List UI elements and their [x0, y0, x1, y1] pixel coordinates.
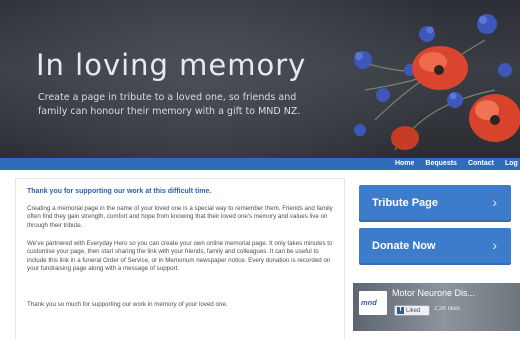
donate-now-button[interactable]: Donate Now ›: [359, 228, 511, 265]
mnd-logo: mnd: [359, 291, 387, 315]
hero-subtitle: Create a page in tribute to a loved one,…: [38, 92, 301, 117]
intro-paragraph: Creating a memorial page in the name of …: [27, 205, 333, 229]
facebook-like-count: 2,3K likes: [434, 306, 461, 312]
facebook-like-button[interactable]: f Liked: [394, 305, 430, 316]
facebook-icon: f: [397, 307, 404, 314]
donate-now-label: Donate Now: [372, 240, 436, 252]
thank-you-paragraph: Thank you so much for supporting our wor…: [27, 301, 228, 308]
nav-link-contact[interactable]: Contact: [468, 158, 494, 170]
tribute-page-label: Tribute Page: [372, 197, 439, 209]
main-content-panel: Thank you for supporting our work at thi…: [15, 178, 345, 339]
like-button-label: Liked: [406, 307, 421, 314]
main-navigation: Home Bequests Contact Log in: [0, 158, 520, 170]
nav-link-login[interactable]: Log in: [505, 158, 520, 170]
content-heading: Thank you for supporting our work at thi…: [27, 188, 212, 195]
mnd-logo-text: mnd: [361, 298, 377, 307]
nav-link-bequests[interactable]: Bequests: [425, 158, 457, 170]
flower-bouquet-image: [354, 14, 520, 151]
nav-menu: Home Bequests Contact Log in: [395, 158, 520, 170]
chevron-right-icon: ›: [492, 194, 497, 210]
hero-title: In loving memory: [36, 48, 307, 82]
tribute-page-button[interactable]: Tribute Page ›: [359, 185, 511, 222]
nav-link-home[interactable]: Home: [395, 158, 414, 170]
hero-banner: In loving memory Create a page in tribut…: [0, 0, 520, 158]
chevron-right-icon: ›: [492, 237, 497, 253]
facebook-page-widget[interactable]: mnd Motor Neurone Dis... f Liked 2,3K li…: [353, 283, 520, 331]
partnership-paragraph: We've partnered with Everyday Hero so yo…: [27, 240, 333, 272]
facebook-page-name[interactable]: Motor Neurone Dis...: [392, 288, 475, 298]
